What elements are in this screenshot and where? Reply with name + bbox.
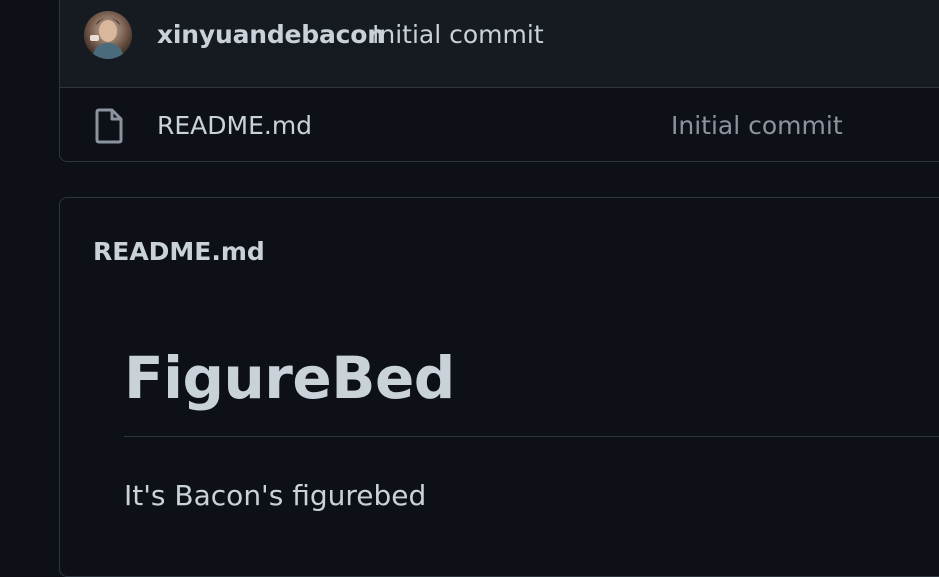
commit-message-link[interactable]: Initial commit <box>372 20 544 49</box>
file-list-box: xinyuandebacon Initial commit README.md … <box>59 0 939 162</box>
file-icon <box>94 108 124 144</box>
readme-box: README.md FigureBed It's Bacon's figureb… <box>59 197 939 577</box>
file-row[interactable]: README.md Initial commit <box>60 88 939 161</box>
latest-commit-header: xinyuandebacon Initial commit <box>60 0 939 88</box>
readme-title: FigureBed <box>124 344 455 412</box>
avatar[interactable] <box>84 11 132 59</box>
file-name-link[interactable]: README.md <box>157 111 312 140</box>
readme-filename[interactable]: README.md <box>93 237 265 266</box>
readme-body-text: It's Bacon's figurebed <box>124 479 427 512</box>
file-last-commit-link[interactable]: Initial commit <box>671 111 843 140</box>
readme-title-divider <box>124 436 939 437</box>
commit-author-link[interactable]: xinyuandebacon <box>157 20 385 49</box>
